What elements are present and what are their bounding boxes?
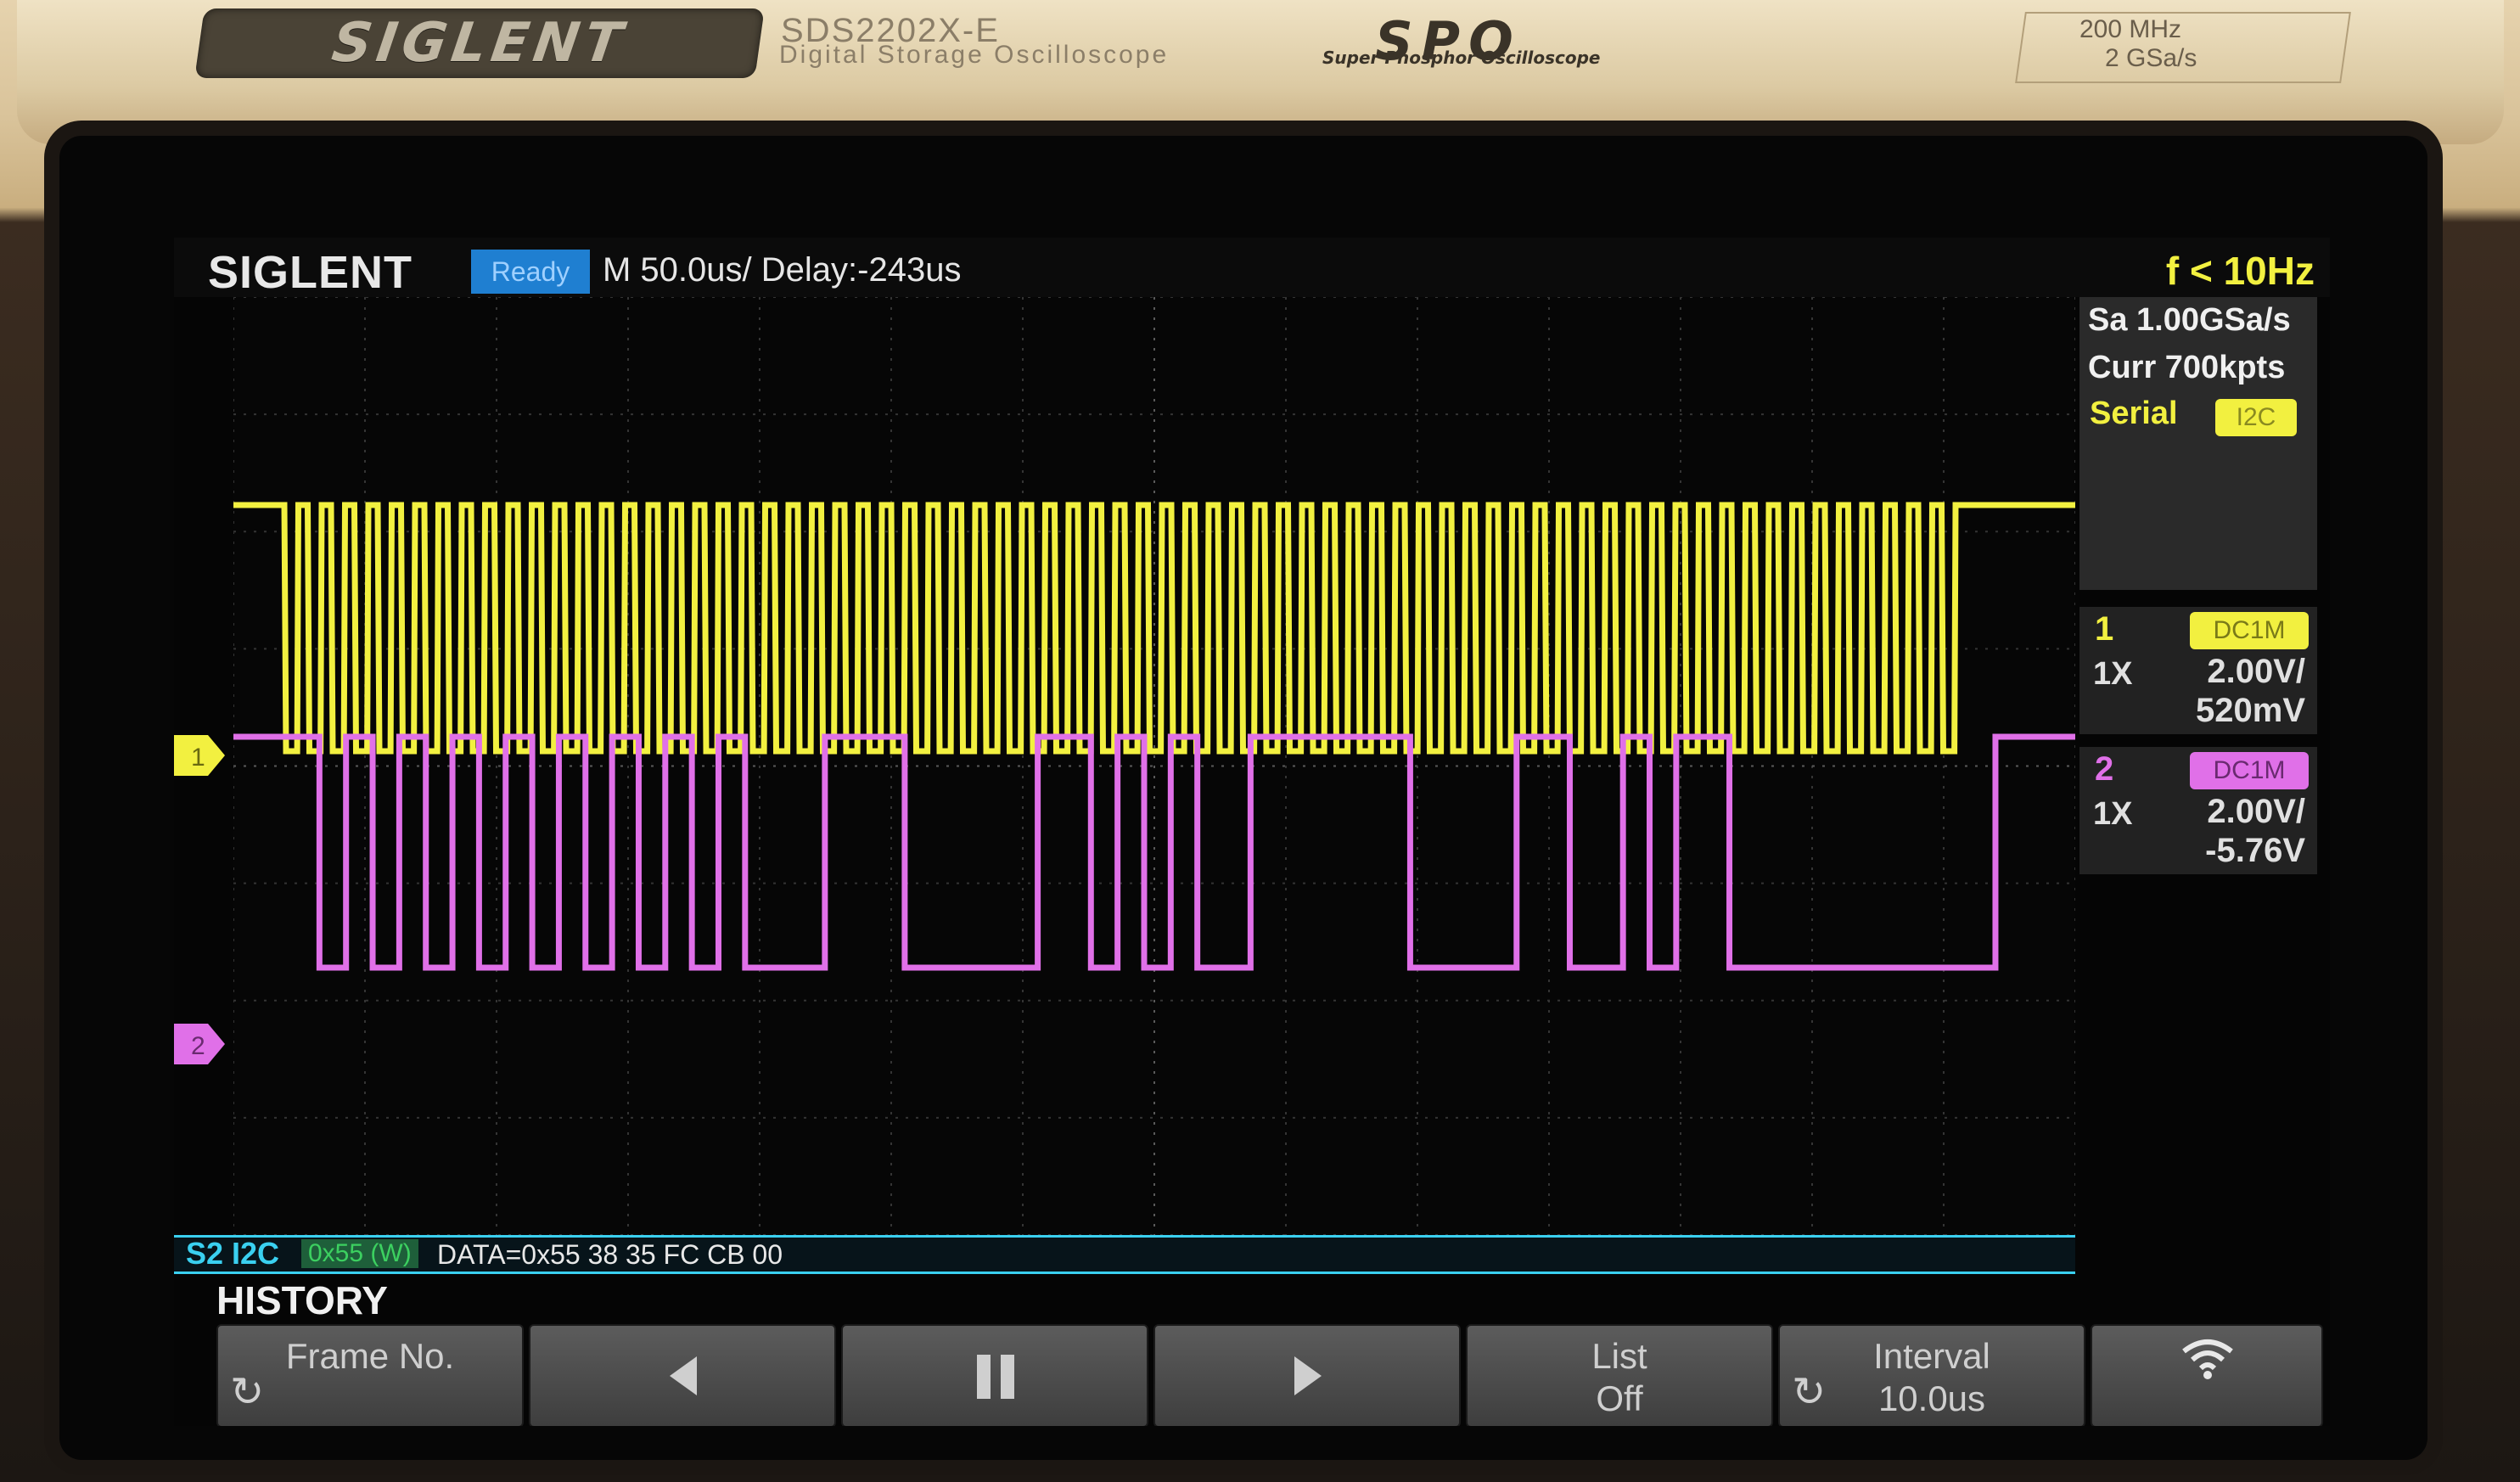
ch1-probe: 1X <box>2093 656 2133 692</box>
acquisition-info[interactable]: Sa 1.00GSa/s Curr 700kpts Serial I2C <box>2079 297 2317 590</box>
screen-brand: SIGLENT <box>208 247 413 298</box>
softkey-label: Frame No. <box>285 1336 455 1376</box>
svg-text:1: 1 <box>191 744 205 772</box>
timebase-readout[interactable]: M 50.0us/ Delay:-243us <box>603 251 961 289</box>
frequency-readout: f < 10Hz <box>2165 249 2315 293</box>
pause-icon <box>977 1355 1014 1399</box>
serial-label: Serial <box>2090 396 2178 431</box>
ch1-number: 1 <box>2095 610 2114 648</box>
ch1-settings[interactable]: 1 DC1M 1X 2.00V/ 520mV <box>2079 607 2317 734</box>
decode-channel: S2 I2C <box>186 1236 280 1271</box>
scope-screen: SIGLENT Ready M 50.0us/ Delay:-243us f <… <box>174 238 2330 1426</box>
svg-text:2: 2 <box>191 1032 205 1060</box>
interval-softkey[interactable]: ↻ Interval 10.0us <box>1778 1324 2085 1426</box>
ch2-coupling: DC1M <box>2190 752 2309 789</box>
ch2-level-marker[interactable]: 2 <box>174 1019 233 1069</box>
run-state-badge[interactable]: Ready <box>471 250 590 294</box>
brand-logo: SIGLENT <box>328 12 631 75</box>
decode-data: DATA=0x55 38 35 FC CB 00 <box>437 1239 783 1270</box>
history-label: HISTORY <box>216 1278 388 1322</box>
triangle-right-icon <box>1294 1356 1322 1395</box>
softkey-value: Off <box>1596 1378 1643 1418</box>
frame-no-softkey[interactable]: ↻ Frame No. <box>216 1324 524 1426</box>
ch2-scale: 2.00V/ <box>2207 793 2305 830</box>
spo-subtitle: Super Phosphor Oscilloscope <box>1322 48 1601 68</box>
next-frame-softkey[interactable] <box>1153 1324 1461 1426</box>
ch1-coupling: DC1M <box>2190 612 2309 649</box>
wifi-softkey[interactable] <box>2091 1324 2323 1426</box>
bezel-top-panel: SIGLENT SDS2202X-E Digital Storage Oscil… <box>17 0 2504 144</box>
softkey-label: Interval <box>1873 1336 1990 1376</box>
softkey-bar: ↻ Frame No. List Off ↻ Interval 10.0us <box>216 1324 2330 1426</box>
ch1-level-marker[interactable]: 1 <box>174 730 233 781</box>
serial-protocol-badge[interactable]: I2C <box>2215 399 2297 436</box>
decode-address: 0x55 (W) <box>301 1239 418 1268</box>
spec-samplerate: 2 GSa/s <box>2105 44 2197 72</box>
softkey-value: 10.0us <box>1877 1378 1986 1418</box>
softkey-label: List <box>1591 1336 1647 1376</box>
info-panel: Sa 1.00GSa/s Curr 700kpts Serial I2C 1 D… <box>2079 297 2317 959</box>
ch1-offset: 520mV <box>2196 692 2305 729</box>
model-subtitle: Digital Storage Oscilloscope <box>779 41 1170 69</box>
ch2-number: 2 <box>2095 750 2114 788</box>
wifi-icon <box>2182 1339 2233 1379</box>
decode-bar[interactable]: S2 I2C 0x55 (W) DATA=0x55 38 35 FC CB 00 <box>174 1235 2075 1274</box>
ch2-offset: -5.76V <box>2205 832 2305 869</box>
ch2-settings[interactable]: 2 DC1M 1X 2.00V/ -5.76V <box>2079 747 2317 874</box>
list-softkey[interactable]: List Off <box>1466 1324 1773 1426</box>
waveform-area[interactable] <box>233 296 2076 1269</box>
status-bar: SIGLENT Ready M 50.0us/ Delay:-243us f <… <box>174 238 2330 298</box>
waveform-display <box>233 296 2076 1236</box>
pause-softkey[interactable] <box>841 1324 1148 1426</box>
brand-logo-plate: SIGLENT <box>194 8 765 78</box>
triangle-left-icon <box>670 1356 697 1395</box>
prev-frame-softkey[interactable] <box>529 1324 836 1426</box>
ch1-scale: 2.00V/ <box>2207 653 2305 690</box>
ch2-probe: 1X <box>2093 796 2133 832</box>
memory-depth: Curr 700kpts <box>2088 350 2286 385</box>
spec-bandwidth: 200 MHz <box>2079 15 2182 43</box>
sample-rate: Sa 1.00GSa/s <box>2088 302 2291 338</box>
